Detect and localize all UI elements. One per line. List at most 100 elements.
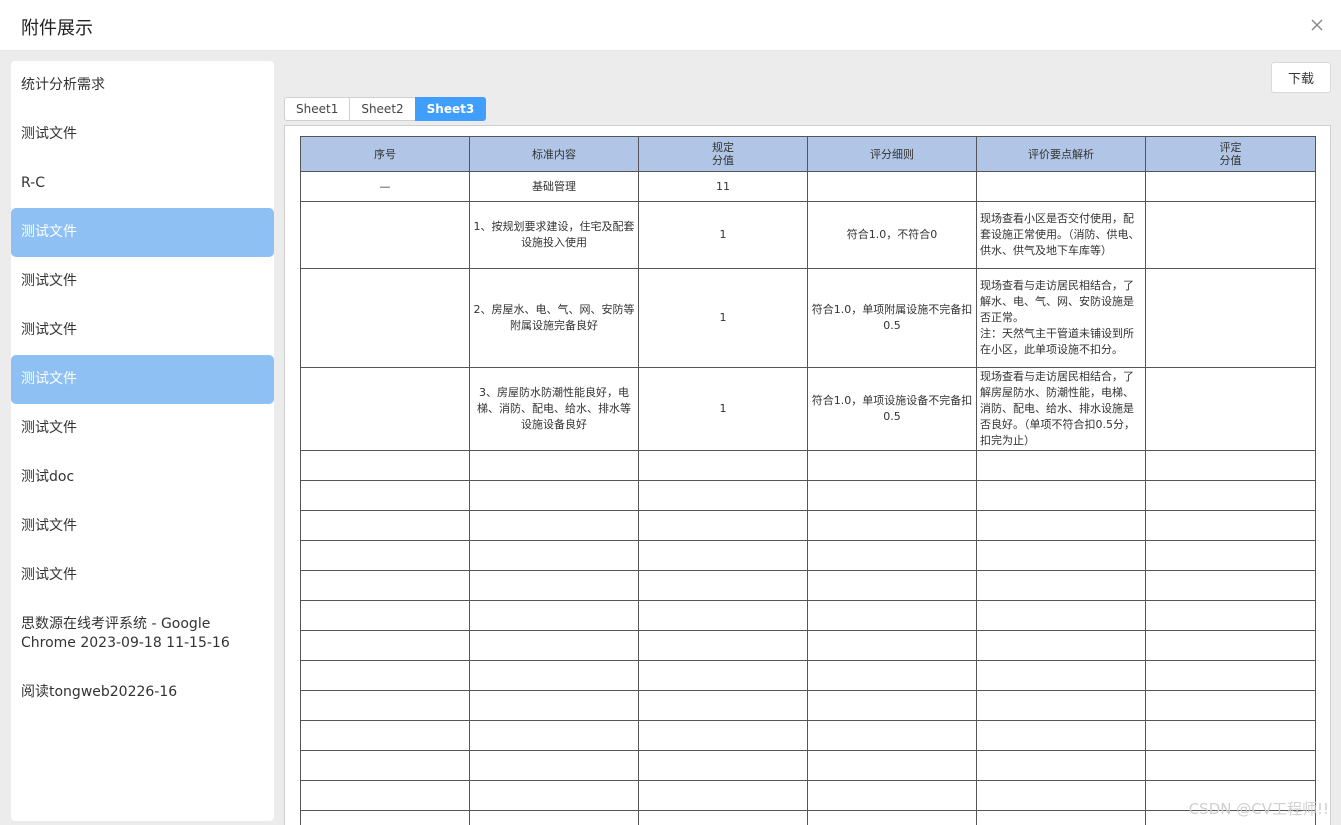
table-cell[interactable]	[469, 780, 639, 811]
table-cell[interactable]	[638, 720, 808, 751]
table-cell[interactable]	[1145, 750, 1316, 781]
table-cell[interactable]	[638, 450, 808, 481]
table-cell[interactable]	[976, 780, 1146, 811]
table-cell[interactable]	[638, 570, 808, 601]
table-cell[interactable]: 基础管理	[469, 171, 639, 202]
table-cell[interactable]	[469, 570, 639, 601]
sidebar-item[interactable]: 思数源在线考评系统 - Google Chrome 2023-09-18 11-…	[11, 600, 274, 668]
table-cell[interactable]: 符合1.0，单项设施设备不完备扣0.5	[807, 367, 977, 451]
sidebar-item[interactable]: 测试文件	[11, 110, 274, 159]
table-cell[interactable]	[300, 570, 470, 601]
table-cell[interactable]	[469, 600, 639, 631]
table-cell[interactable]	[638, 690, 808, 721]
table-cell[interactable]	[300, 690, 470, 721]
table-cell[interactable]	[807, 510, 977, 541]
table-cell[interactable]	[976, 690, 1146, 721]
sidebar-item[interactable]: 测试文件	[11, 306, 274, 355]
table-cell[interactable]	[1145, 540, 1316, 571]
table-cell[interactable]	[638, 660, 808, 691]
table-cell[interactable]	[469, 660, 639, 691]
table-cell[interactable]	[976, 540, 1146, 571]
table-cell[interactable]	[1145, 171, 1316, 202]
table-cell[interactable]	[1145, 660, 1316, 691]
table-cell[interactable]	[1145, 720, 1316, 751]
tab-sheet1[interactable]: Sheet1	[284, 97, 351, 121]
table-cell[interactable]	[976, 480, 1146, 511]
vertical-scrollbar[interactable]	[1324, 126, 1330, 746]
table-cell[interactable]	[976, 600, 1146, 631]
table-cell[interactable]	[807, 660, 977, 691]
sidebar-item[interactable]: 测试doc	[11, 453, 274, 502]
table-cell[interactable]: 2、房屋水、电、气、网、安防等附属设施完备良好	[469, 268, 639, 368]
table-cell[interactable]: 符合1.0，不符合0	[807, 201, 977, 269]
table-cell[interactable]: 现场查看小区是否交付使用，配套设施正常使用。（消防、供电、供水、供气及地下车库等…	[976, 201, 1146, 269]
table-cell[interactable]	[1145, 690, 1316, 721]
table-cell[interactable]	[300, 780, 470, 811]
table-cell[interactable]	[469, 750, 639, 781]
table-cell[interactable]	[300, 630, 470, 661]
table-cell[interactable]	[300, 201, 470, 269]
table-cell[interactable]: 现场查看与走访居民相结合，了解水、电、气、网、安防设施是否正常。 注：天然气主干…	[976, 268, 1146, 368]
table-cell[interactable]	[807, 540, 977, 571]
table-cell[interactable]	[469, 540, 639, 571]
table-cell[interactable]	[300, 660, 470, 691]
table-cell[interactable]	[300, 720, 470, 751]
sidebar-item[interactable]: 测试文件	[11, 502, 274, 551]
table-cell[interactable]	[300, 600, 470, 631]
table-cell[interactable]	[1145, 268, 1316, 368]
table-cell[interactable]	[807, 810, 977, 825]
table-cell[interactable]	[638, 780, 808, 811]
table-cell[interactable]	[807, 630, 977, 661]
table-cell[interactable]	[469, 810, 639, 825]
table-cell[interactable]	[807, 480, 977, 511]
table-cell[interactable]: —	[300, 171, 470, 202]
table-cell[interactable]	[300, 268, 470, 368]
table-cell[interactable]	[638, 600, 808, 631]
sidebar-item[interactable]: 测试文件	[11, 355, 274, 404]
table-cell[interactable]: 11	[638, 171, 808, 202]
table-cell[interactable]	[976, 810, 1146, 825]
table-cell[interactable]	[300, 450, 470, 481]
table-cell[interactable]	[469, 450, 639, 481]
sidebar-item[interactable]: 测试文件	[11, 208, 274, 257]
table-cell[interactable]: 现场查看与走访居民相结合，了解房屋防水、防潮性能，电梯、消防、配电、给水、排水设…	[976, 367, 1146, 451]
table-cell[interactable]	[976, 510, 1146, 541]
table-cell[interactable]	[1145, 450, 1316, 481]
download-button[interactable]: 下载	[1271, 62, 1331, 93]
table-cell[interactable]	[1145, 600, 1316, 631]
tab-sheet2[interactable]: Sheet2	[349, 97, 416, 121]
table-cell[interactable]	[300, 510, 470, 541]
sidebar-item[interactable]: 阅读tongweb20226-16	[11, 668, 274, 717]
table-cell[interactable]: 符合1.0，单项附属设施不完备扣0.5	[807, 268, 977, 368]
table-cell[interactable]	[300, 540, 470, 571]
table-cell[interactable]	[300, 810, 470, 825]
table-cell[interactable]	[469, 510, 639, 541]
table-cell[interactable]	[1145, 510, 1316, 541]
table-cell[interactable]	[976, 750, 1146, 781]
table-cell[interactable]	[1145, 570, 1316, 601]
table-cell[interactable]	[976, 570, 1146, 601]
table-cell[interactable]	[1145, 201, 1316, 269]
table-cell[interactable]	[976, 630, 1146, 661]
table-cell[interactable]	[976, 720, 1146, 751]
table-cell[interactable]	[638, 510, 808, 541]
sheet-viewport[interactable]: 序号 标准内容 规定 分值 评分细则 评价要点解析 评定 分值 — 基础管理 11 1、按规划要求…	[284, 125, 1331, 825]
table-cell[interactable]	[807, 600, 977, 631]
table-cell[interactable]	[469, 480, 639, 511]
table-cell[interactable]	[807, 450, 977, 481]
table-cell[interactable]: 1	[638, 201, 808, 269]
table-cell[interactable]	[976, 660, 1146, 691]
table-cell[interactable]	[1145, 480, 1316, 511]
sidebar-item[interactable]: R-C	[11, 159, 274, 208]
table-cell[interactable]	[638, 750, 808, 781]
table-cell[interactable]	[1145, 367, 1316, 451]
table-cell[interactable]	[300, 480, 470, 511]
table-cell[interactable]	[976, 450, 1146, 481]
table-cell[interactable]	[638, 810, 808, 825]
table-cell[interactable]	[807, 780, 977, 811]
table-cell[interactable]	[300, 367, 470, 451]
table-cell[interactable]: 3、房屋防水防潮性能良好，电梯、消防、配电、给水、排水等设施设备良好	[469, 367, 639, 451]
table-cell[interactable]	[807, 720, 977, 751]
sidebar-item[interactable]: 测试文件	[11, 257, 274, 306]
table-cell[interactable]: 1、按规划要求建设，住宅及配套设施投入使用	[469, 201, 639, 269]
